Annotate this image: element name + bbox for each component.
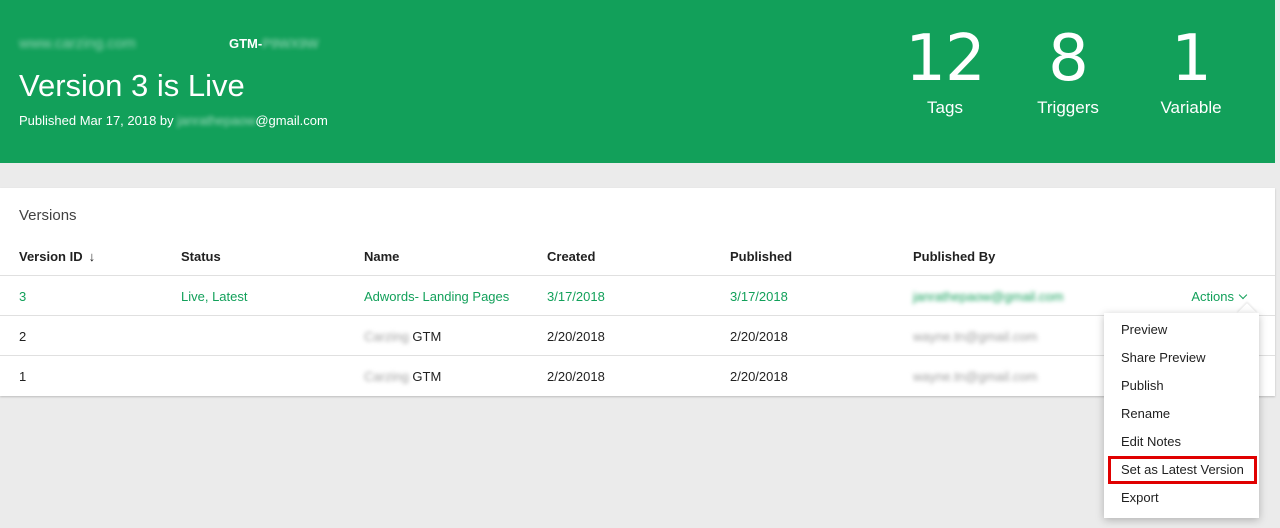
version-header: www.carzing.com GTM-P9WX9W Version 3 is … (0, 0, 1275, 163)
version-name-text: Adwords- Landing Pages (364, 289, 510, 304)
version-created: 2/20/2018 (547, 369, 605, 384)
stat-variable-value: 1 (1171, 22, 1212, 96)
versions-card: Versions Version ID ↓ Status Name Created… (0, 188, 1275, 396)
menu-item-export[interactable]: Export (1104, 484, 1259, 512)
menu-item-preview[interactable]: Preview (1104, 316, 1259, 344)
version-id[interactable]: 2 (19, 329, 26, 344)
site-name: www.carzing.com (19, 35, 136, 52)
version-published-by: wayne.tn@gmail.com (913, 329, 1038, 344)
column-version-id[interactable]: Version ID ↓ (19, 249, 95, 264)
chevron-down-icon (1238, 290, 1248, 300)
actions-label: Actions (1191, 289, 1234, 304)
version-status: Live, Latest (181, 289, 248, 304)
column-published: Published (730, 249, 793, 264)
stat-tags-label: Tags (927, 98, 963, 117)
container-id-prefix: GTM- (229, 36, 263, 51)
version-name[interactable]: Adwords- Landing Pages (364, 289, 509, 304)
menu-item-rename[interactable]: Rename (1104, 400, 1259, 428)
actions-dropdown[interactable]: Actions (1191, 289, 1248, 304)
column-name: Name (364, 249, 400, 264)
published-info: Published Mar 17, 2018 by janrathepaow@g… (19, 113, 328, 128)
stat-variable: 1 Variable (1131, 24, 1251, 118)
version-created: 2/20/2018 (547, 329, 605, 344)
column-version-id-label: Version ID (19, 249, 83, 264)
version-published: 3/17/2018 (730, 289, 788, 304)
stat-triggers: 8 Triggers (1008, 24, 1128, 118)
version-published-by: janrathepaow@gmail.com (913, 289, 1064, 304)
table-header: Version ID ↓ Status Name Created Publishe… (0, 236, 1275, 276)
version-name-prefix: Carzing (364, 369, 409, 384)
container-id: GTM-P9WX9W (229, 36, 319, 51)
menu-item-edit-notes[interactable]: Edit Notes (1104, 428, 1259, 456)
stat-triggers-label: Triggers (1037, 98, 1099, 117)
actions-menu: Preview Share Preview Publish Rename Edi… (1104, 313, 1259, 518)
table-row[interactable]: 2 Carzing GTM 2/20/2018 2/20/2018 wayne.… (0, 316, 1275, 356)
version-published: 2/20/2018 (730, 329, 788, 344)
page-title: Version 3 is Live (19, 68, 245, 103)
version-id[interactable]: 1 (19, 369, 26, 384)
menu-item-share-preview[interactable]: Share Preview (1104, 344, 1259, 372)
stat-variable-label: Variable (1160, 98, 1222, 117)
version-published-by: wayne.tn@gmail.com (913, 369, 1038, 384)
published-domain: @gmail.com (255, 113, 328, 128)
version-created: 3/17/2018 (547, 289, 605, 304)
container-id-value: P9WX9W (262, 36, 319, 51)
stat-tags-value: 12 (905, 22, 985, 96)
version-name[interactable]: Carzing GTM (364, 329, 441, 344)
column-created: Created (547, 249, 596, 264)
versions-title: Versions (19, 207, 77, 224)
menu-item-publish[interactable]: Publish (1104, 372, 1259, 400)
version-name-prefix: Carzing (364, 329, 409, 344)
table-row[interactable]: 1 Carzing GTM 2/20/2018 2/20/2018 wayne.… (0, 356, 1275, 396)
published-prefix: Published Mar 17, 2018 by (19, 113, 178, 128)
version-name-text: GTM (408, 369, 442, 384)
arrow-down-icon: ↓ (88, 249, 96, 264)
version-name-text: GTM (408, 329, 442, 344)
version-name[interactable]: Carzing GTM (364, 369, 441, 384)
menu-item-set-latest-version[interactable]: Set as Latest Version (1108, 456, 1257, 484)
published-user: janrathepaow (177, 113, 256, 128)
version-published: 2/20/2018 (730, 369, 788, 384)
stat-triggers-value: 8 (1048, 22, 1089, 96)
stat-tags: 12 Tags (885, 24, 1005, 118)
version-id[interactable]: 3 (19, 289, 26, 304)
column-published-by: Published By (913, 249, 996, 264)
table-row[interactable]: 3 Live, Latest Adwords- Landing Pages 3/… (0, 276, 1275, 316)
column-status: Status (181, 249, 221, 264)
